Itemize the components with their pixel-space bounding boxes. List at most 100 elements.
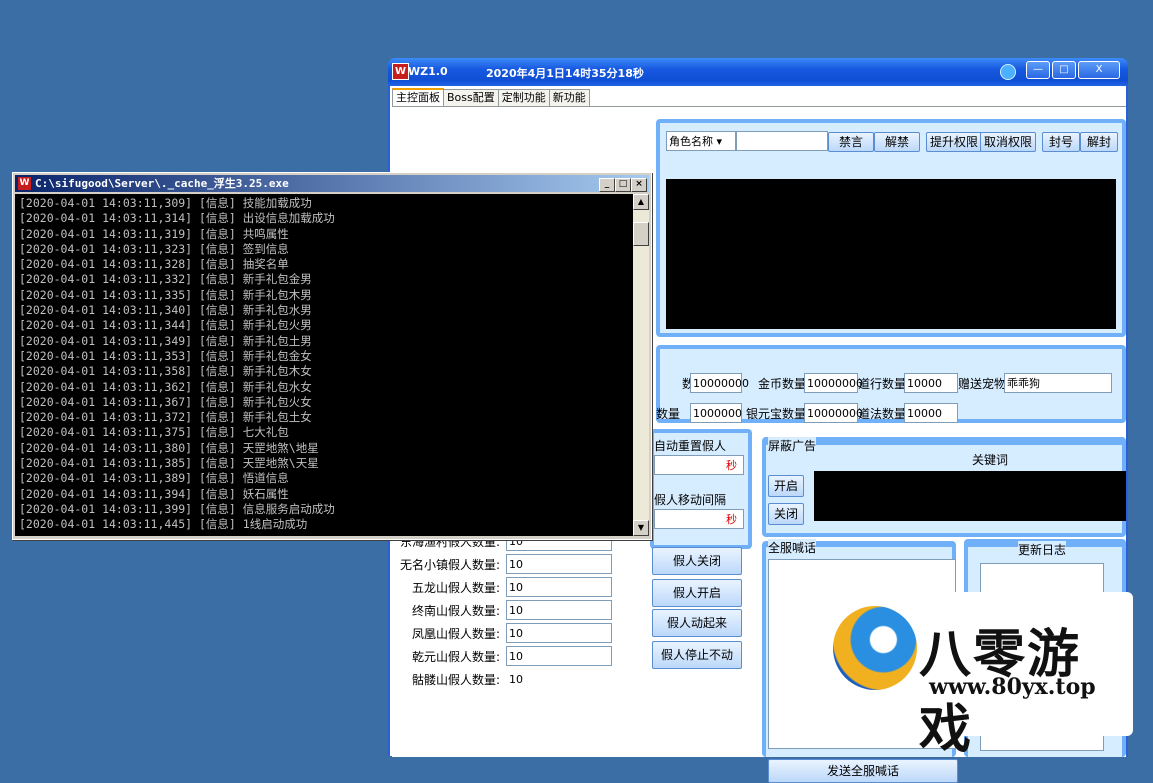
fake-stop-button[interactable]: 假人停止不动 bbox=[652, 641, 742, 669]
ban-button[interactable]: 封号 bbox=[1042, 132, 1080, 152]
daofa-label: 道法数量 bbox=[858, 407, 907, 421]
log-line: [2020-04-01 14:03:11,353] [信息] 新手礼包金女 bbox=[19, 348, 312, 363]
send-shout-button[interactable]: 发送全服喊话 bbox=[768, 759, 958, 783]
tab-custom-features[interactable]: 定制功能 bbox=[497, 89, 550, 106]
fake-count-label: 骷髅山假人数量: bbox=[411, 673, 500, 687]
fake-count-field[interactable]: 10 bbox=[506, 577, 612, 597]
tab-boss-config[interactable]: Boss配置 bbox=[443, 89, 499, 106]
watermark: 八零游戏 www.80yx.top bbox=[823, 592, 1133, 760]
log-line: [2020-04-01 14:03:11,328] [信息] 抽奖名单 bbox=[19, 257, 289, 272]
log-list: [2020-04-01 14:03:11,309] [信息] 技能加载成功 [20… bbox=[15, 194, 633, 533]
unmute-button[interactable]: 解禁 bbox=[874, 132, 920, 152]
gold-field[interactable]: 10000000 bbox=[804, 373, 863, 393]
daofa-field[interactable]: 10000 bbox=[904, 403, 958, 423]
fake-count-field[interactable]: 10 bbox=[506, 554, 612, 574]
log-line: [2020-04-01 14:03:11,385] [信息] 天罡地煞\天星 bbox=[19, 456, 319, 471]
gift-pet-field[interactable]: 乖乖狗 bbox=[1004, 373, 1112, 393]
console-title: C:\sifugood\Server\._cache_浮生3.25.exe bbox=[35, 177, 289, 190]
move-interval-field[interactable]: 秒 bbox=[654, 509, 744, 529]
daohang-field[interactable]: 10000 bbox=[904, 373, 958, 393]
minimize-button[interactable]: — bbox=[1026, 61, 1050, 79]
auto-refresh-field[interactable]: 秒 bbox=[654, 455, 744, 475]
update-log-title: 更新日志 bbox=[1018, 541, 1067, 558]
fake-count-field[interactable]: 10 bbox=[506, 600, 612, 620]
revoke-permission-button[interactable]: 取消权限 bbox=[980, 132, 1036, 152]
grant-permission-button[interactable]: 提升权限 bbox=[926, 132, 982, 152]
unban-button[interactable]: 解封 bbox=[1080, 132, 1118, 152]
fake-count-label: 凤凰山假人数量: bbox=[411, 627, 500, 641]
fake-action-group: 假人关闭 假人开启 假人动起来 假人停止不动 bbox=[650, 547, 744, 691]
scroll-down-icon[interactable]: ▼ bbox=[633, 520, 649, 536]
scroll-up-icon[interactable]: ▲ bbox=[633, 194, 649, 210]
console-scrollbar[interactable]: ▲ ▼ bbox=[633, 194, 649, 536]
log-line: [2020-04-01 14:03:11,349] [信息] 新手礼包土男 bbox=[19, 333, 312, 348]
log-line: [2020-04-01 14:03:11,314] [信息] 出设信息加载成功 bbox=[19, 211, 335, 226]
value-field-1[interactable]: 10000000 bbox=[690, 373, 749, 393]
log-line: [2020-04-01 14:03:11,340] [信息] 新手礼包水男 bbox=[19, 303, 312, 318]
tab-bar: 主控面板 Boss配置 定制功能 新功能 bbox=[392, 88, 590, 106]
app-icon: W bbox=[392, 63, 409, 80]
move-interval-unit: 秒 bbox=[726, 513, 737, 526]
log-line: [2020-04-01 14:03:11,362] [信息] 新手礼包水女 bbox=[19, 379, 312, 394]
log-line: [2020-04-01 14:03:11,335] [信息] 新手礼包木男 bbox=[19, 287, 312, 302]
log-line: [2020-04-01 14:03:11,394] [信息] 妖石属性 bbox=[19, 486, 289, 501]
reward-values-group: 数 10000000 金币数量 10000000 道行数量 10000 赠送宠物… bbox=[656, 345, 1126, 423]
gift-pet-label: 赠送宠物 bbox=[958, 377, 1007, 391]
log-line: [2020-04-01 14:03:11,375] [信息] 七大礼包 bbox=[19, 425, 289, 440]
shout-title: 全服喊话 bbox=[768, 539, 817, 556]
keywords-list[interactable] bbox=[814, 471, 1126, 521]
watermark-logo-icon bbox=[833, 606, 917, 690]
main-titlebar[interactable]: W WZ1.0 2020年4月1日14时35分18秒 — □ X bbox=[388, 58, 1128, 86]
console-close-button[interactable]: × bbox=[631, 178, 647, 192]
silver-label: 银元宝数量 bbox=[746, 407, 807, 421]
log-line: [2020-04-01 14:03:11,309] [信息] 技能加载成功 bbox=[19, 196, 312, 210]
block-ads-open-button[interactable]: 开启 bbox=[768, 475, 804, 497]
fake-off-button[interactable]: 假人关闭 bbox=[652, 547, 742, 575]
role-field-dropdown[interactable]: 角色名称 ▾ bbox=[666, 131, 736, 151]
console-window: W C:\sifugood\Server\._cache_浮生3.25.exe … bbox=[12, 172, 652, 540]
fake-count-label: 乾元山假人数量: bbox=[411, 650, 500, 664]
tab-new-features[interactable]: 新功能 bbox=[548, 89, 590, 106]
value-field-2[interactable]: 1000000 bbox=[690, 403, 742, 423]
role-search-input[interactable] bbox=[736, 131, 828, 151]
watermark-url: www.80yx.top bbox=[929, 674, 1096, 700]
role-search-group: 角色名称 ▾ 禁言 解禁 提升权限 取消权限 封号 解封 bbox=[656, 119, 1126, 337]
console-output[interactable]: [2020-04-01 14:03:11,309] [信息] 技能加载成功 [20… bbox=[15, 194, 633, 536]
scroll-thumb[interactable] bbox=[633, 222, 649, 246]
close-button[interactable]: X bbox=[1078, 61, 1120, 79]
log-line: [2020-04-01 14:03:11,367] [信息] 新手礼包火女 bbox=[19, 394, 312, 409]
server-datetime: 2020年4月1日14时35分18秒 bbox=[486, 67, 644, 80]
fake-count-field[interactable]: 10 bbox=[506, 623, 612, 643]
window-title: WZ1.0 bbox=[408, 65, 448, 78]
log-line: [2020-04-01 14:03:11,380] [信息] 天罡地煞\地星 bbox=[19, 440, 319, 455]
block-ads-close-button[interactable]: 关闭 bbox=[768, 503, 804, 525]
mute-button[interactable]: 禁言 bbox=[828, 132, 874, 152]
fake-count-label: 无名小镇假人数量: bbox=[399, 558, 500, 572]
role-result-list[interactable] bbox=[666, 179, 1116, 329]
daohang-label: 道行数量 bbox=[858, 377, 907, 391]
value-label-2: 数量 bbox=[656, 407, 681, 421]
silver-field[interactable]: 10000000 bbox=[804, 403, 863, 423]
console-app-icon: W bbox=[18, 177, 31, 190]
auto-refresh-unit: 秒 bbox=[726, 459, 737, 472]
console-maximize-button[interactable]: □ bbox=[615, 178, 631, 192]
console-minimize-button[interactable]: _ bbox=[599, 178, 615, 192]
log-line: [2020-04-01 14:03:11,389] [信息] 悟道信息 bbox=[19, 471, 289, 486]
log-line: [2020-04-01 14:03:11,445] [信息] 1线启动成功 bbox=[19, 517, 308, 532]
auto-refresh-label: 自动重置假人 bbox=[654, 439, 727, 453]
fake-on-button[interactable]: 假人开启 bbox=[652, 579, 742, 607]
fake-count-label: 终南山假人数量: bbox=[411, 604, 500, 618]
move-interval-label: 假人移动间隔 bbox=[654, 493, 727, 507]
maximize-button[interactable]: □ bbox=[1052, 61, 1076, 79]
fake-move-button[interactable]: 假人动起来 bbox=[652, 609, 742, 637]
fake-count-field[interactable]: 10 bbox=[506, 646, 612, 666]
fake-count-field[interactable]: 10 bbox=[506, 669, 612, 689]
console-titlebar[interactable]: W C:\sifugood\Server\._cache_浮生3.25.exe … bbox=[15, 175, 649, 192]
block-ads-group: 屏蔽广告 关键词 开启 关闭 bbox=[762, 437, 1126, 537]
tab-main-panel[interactable]: 主控面板 bbox=[392, 88, 444, 106]
block-ads-title: 屏蔽广告 bbox=[768, 437, 817, 454]
log-line: [2020-04-01 14:03:11,399] [信息] 信息服务启动成功 bbox=[19, 501, 335, 516]
fake-count-label: 五龙山假人数量: bbox=[411, 581, 500, 595]
pin-icon[interactable] bbox=[1000, 64, 1016, 80]
log-line: [2020-04-01 14:03:11,332] [信息] 新手礼包金男 bbox=[19, 272, 312, 287]
